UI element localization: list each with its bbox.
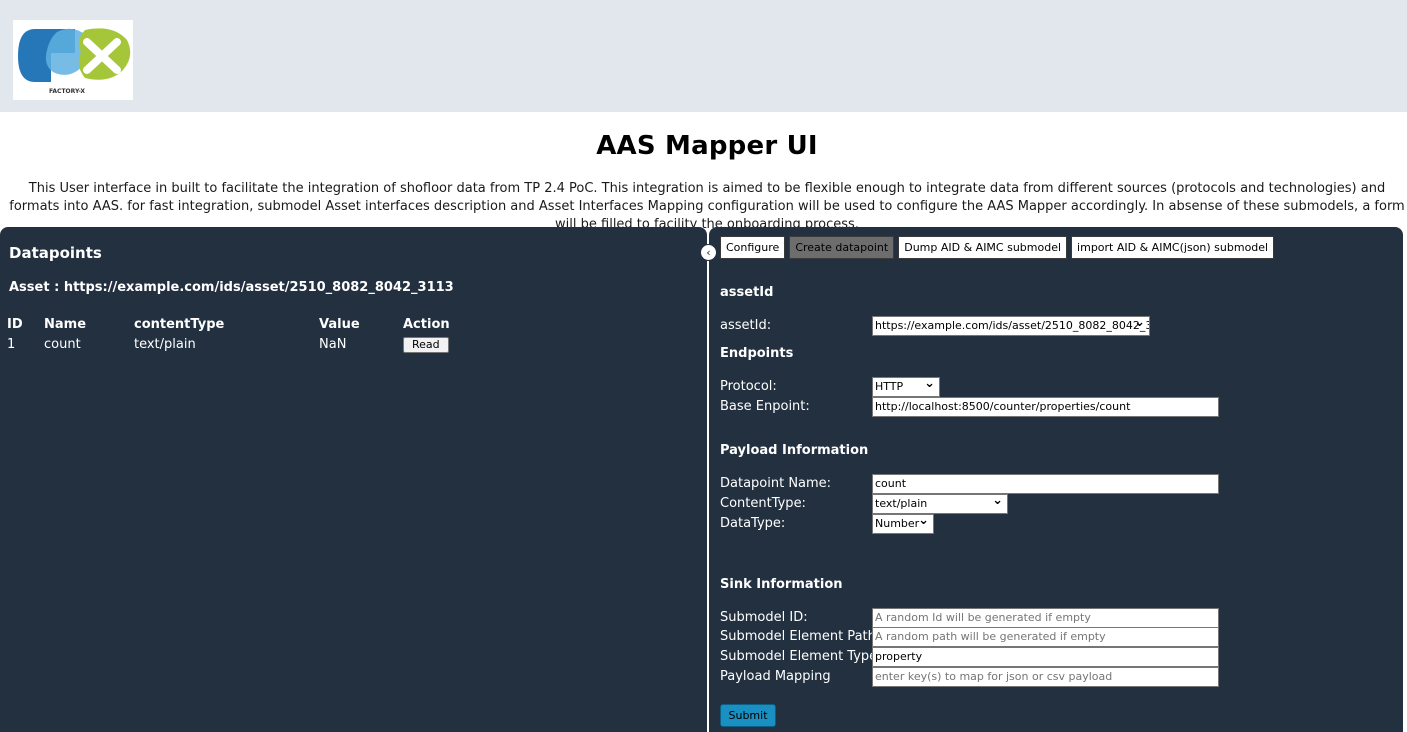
datapoint-name-label: Datapoint Name: — [720, 476, 832, 491]
content-type-label: ContentType: — [720, 496, 806, 511]
cell-action: Read — [403, 337, 449, 353]
create-datapoint-panel: Configure Create datapoint Dump AID & AI… — [709, 227, 1403, 732]
protocol-select[interactable]: HTTP — [872, 377, 940, 397]
submodel-id-input[interactable]: A random Id will be generated if empty — [872, 608, 1219, 628]
tab-import-aid-aimc[interactable]: import AID & AIMC(json) submodel — [1071, 236, 1275, 259]
base-endpoint-input[interactable]: http://localhost:8500/counter/properties… — [872, 397, 1219, 417]
asset-section-heading: assetId — [720, 285, 774, 300]
endpoints-section-heading: Endpoints — [720, 346, 794, 361]
column-header-content-type: contentType — [134, 317, 225, 332]
payload-mapping-input[interactable]: enter key(s) to map for json or csv payl… — [872, 667, 1219, 687]
datapoints-panel: Datapoints Asset : https://example.com/i… — [0, 227, 707, 732]
data-type-select[interactable]: Number — [872, 514, 934, 534]
read-button[interactable]: Read — [403, 337, 449, 353]
payload-mapping-label: Payload Mapping — [720, 669, 831, 684]
factory-x-logo: FACTORY-X — [13, 20, 133, 100]
header-bar: FACTORY-X — [0, 0, 1407, 112]
tab-dump-aid-aimc[interactable]: Dump AID & AIMC submodel — [898, 236, 1068, 259]
payload-section-heading: Payload Information — [720, 443, 869, 458]
chevron-left-icon: ‹ — [706, 246, 711, 259]
element-path-input[interactable]: A random path will be generated if empty — [872, 627, 1219, 647]
element-path-label: Submodel Element Path: — [720, 629, 881, 644]
element-type-input[interactable]: property — [872, 647, 1219, 667]
cell-content-type: text/plain — [134, 337, 196, 352]
datapoint-name-input[interactable]: count — [872, 474, 1219, 494]
content-type-select[interactable]: text/plain — [872, 494, 1008, 514]
tab-create-datapoint[interactable]: Create datapoint — [789, 236, 895, 259]
cell-id: 1 — [7, 337, 16, 352]
column-header-name: Name — [44, 317, 87, 332]
sink-section-heading: Sink Information — [720, 577, 843, 592]
cell-value: NaN — [319, 337, 347, 352]
page-title: AAS Mapper UI — [596, 131, 818, 161]
submodel-id-label: Submodel ID: — [720, 610, 808, 625]
column-header-id: ID — [7, 317, 23, 332]
collapse-panel-button[interactable]: ‹ — [700, 244, 717, 261]
protocol-label: Protocol: — [720, 379, 777, 394]
column-header-value: Value — [319, 317, 360, 332]
datapoints-heading: Datapoints — [9, 244, 102, 262]
submit-button[interactable]: Submit — [720, 704, 776, 727]
tab-configure[interactable]: Configure — [720, 236, 786, 259]
base-endpoint-label: Base Enpoint: — [720, 399, 810, 414]
column-header-action: Action — [403, 317, 450, 332]
asset-id-select[interactable]: https://example.com/ids/asset/2510_8082_… — [872, 316, 1150, 336]
asset-id-label: assetId: — [720, 318, 772, 333]
tab-bar: Configure Create datapoint Dump AID & AI… — [720, 236, 1275, 259]
asset-label: Asset : https://example.com/ids/asset/25… — [9, 280, 454, 295]
page-description: This User interface in built to facilita… — [9, 181, 1405, 232]
logo-text: FACTORY-X — [49, 88, 85, 95]
element-type-label: Submodel Element Type: — [720, 649, 882, 664]
cell-name: count — [44, 337, 81, 352]
data-type-label: DataType: — [720, 516, 786, 531]
